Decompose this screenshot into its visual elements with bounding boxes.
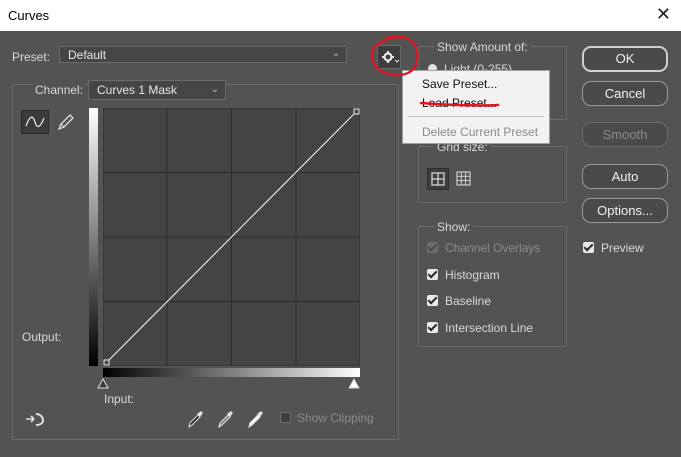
chevron-down-icon: ⌄ (331, 48, 340, 59)
baseline-checkbox[interactable] (427, 295, 438, 306)
input-gradient-bar (103, 368, 360, 377)
curve-point-black (103, 359, 110, 366)
channel-dropdown[interactable]: Curves 1 Mask ⌄ (88, 80, 226, 100)
curve-icon (25, 116, 45, 128)
input-label: Input: (104, 392, 135, 406)
channel-overlays-checkbox[interactable] (427, 242, 438, 253)
channel-overlays-label: Channel Overlays (445, 241, 541, 255)
preset-value: Default (68, 48, 107, 62)
window-title: Curves (8, 8, 50, 23)
smooth-button[interactable]: Smooth (582, 122, 668, 147)
grid-4x4-icon (431, 172, 445, 186)
show-clipping-label: Show Clipping (297, 411, 374, 425)
red-annotation-marks (370, 35, 500, 107)
cancel-button[interactable]: Cancel (582, 81, 668, 106)
show-title: Show: (434, 220, 474, 234)
white-eyedropper-icon[interactable] (246, 409, 264, 429)
grid-10x10-icon[interactable] (455, 170, 473, 188)
grid-simple-button[interactable] (427, 168, 449, 190)
intersection-line-checkbox[interactable] (427, 322, 438, 333)
preview-label: Preview (601, 241, 644, 255)
curve-point-tool[interactable] (21, 110, 49, 134)
menu-divider (408, 116, 544, 117)
curves-graph[interactable] (103, 108, 360, 366)
intersection-line-label: Intersection Line (445, 321, 534, 335)
channel-value: Curves 1 Mask (97, 83, 178, 97)
targeted-adjustment-icon[interactable] (24, 410, 46, 428)
delete-preset-menu-item[interactable]: Delete Current Preset (422, 125, 538, 139)
output-label: Output: (22, 330, 62, 344)
preview-checkbox[interactable] (583, 242, 594, 253)
close-icon[interactable]: ✕ (656, 4, 671, 25)
title-bar: Curves ✕ (0, 0, 681, 31)
white-point-slider-icon[interactable] (348, 378, 360, 389)
ok-button[interactable]: OK (582, 46, 668, 72)
black-eyedropper-icon[interactable] (186, 409, 204, 429)
baseline-label: Baseline (445, 294, 492, 308)
gray-eyedropper-icon[interactable] (216, 409, 234, 429)
options-button[interactable]: Options... (582, 198, 668, 223)
pencil-icon[interactable] (55, 111, 75, 133)
black-point-slider-icon[interactable] (97, 378, 109, 389)
preset-label: Preset: (12, 50, 51, 64)
preset-dropdown[interactable]: Default ⌄ (59, 46, 347, 63)
histogram-checkbox[interactable] (427, 269, 438, 280)
show-clipping-checkbox[interactable] (280, 412, 291, 423)
auto-button[interactable]: Auto (582, 164, 668, 189)
curve-point-white (353, 108, 360, 115)
histogram-label: Histogram (445, 268, 500, 282)
output-gradient-bar (89, 108, 98, 366)
channel-label: Channel: (33, 83, 86, 97)
chevron-down-icon: ⌄ (210, 84, 219, 95)
